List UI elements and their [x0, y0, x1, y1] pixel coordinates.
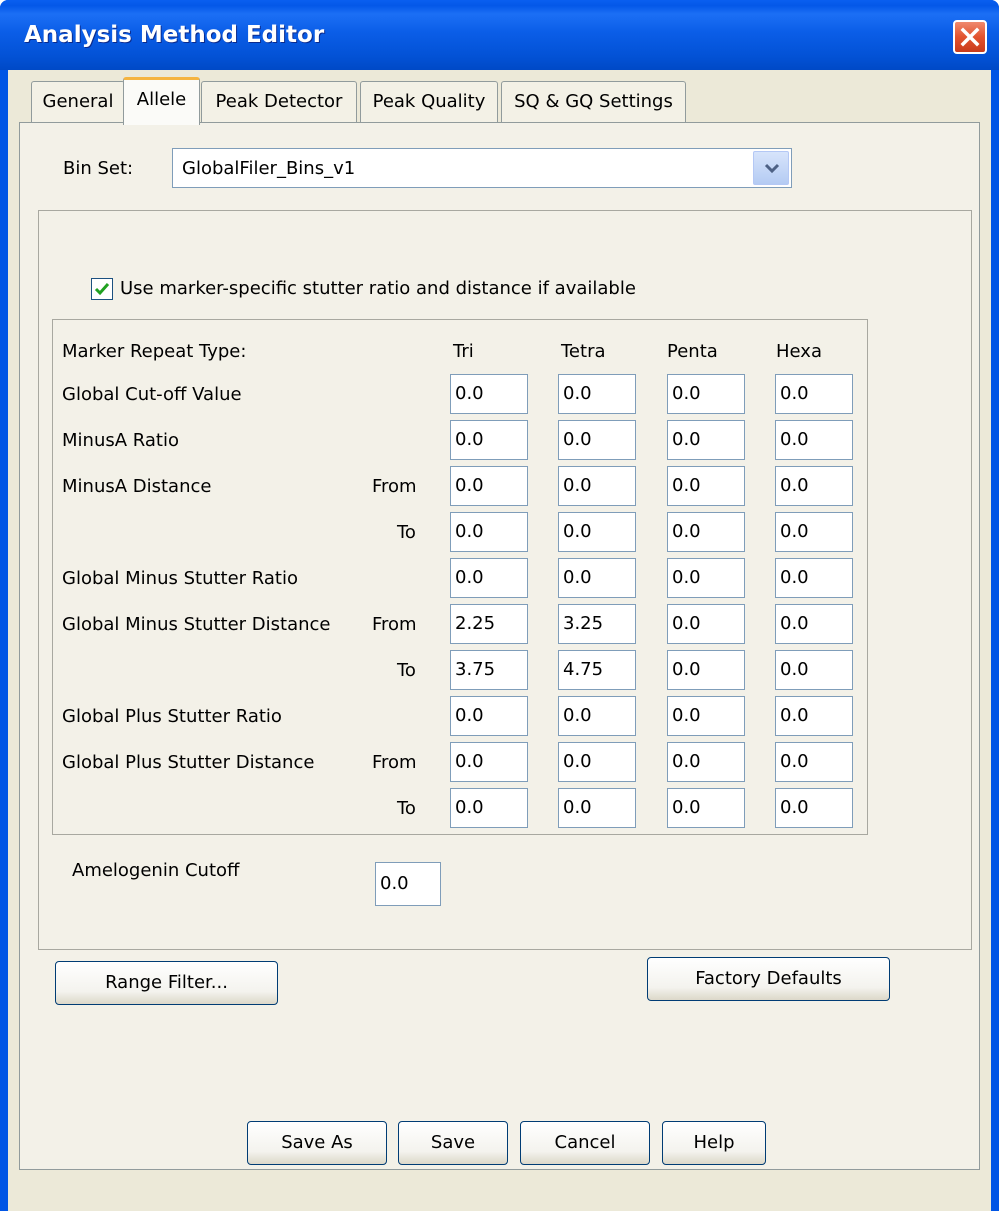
row-label-global-cutoff: Global Cut-off Value — [62, 384, 242, 405]
minusa-distance-from-penta-input[interactable]: 0.0 — [667, 466, 745, 506]
factory-defaults-button[interactable]: Factory Defaults — [647, 957, 890, 1001]
save-button[interactable]: Save — [398, 1121, 508, 1165]
tab-general[interactable]: General — [31, 81, 125, 123]
minusa-ratio-penta-input[interactable]: 0.0 — [667, 420, 745, 460]
row-label-global-plus-stutter-ratio: Global Plus Stutter Ratio — [62, 706, 282, 727]
to-label: To — [397, 522, 416, 543]
tab-label: Peak Quality — [372, 91, 486, 112]
bin-set-value: GlobalFiler_Bins_v1 — [182, 158, 356, 179]
column-header-hexa: Hexa — [776, 341, 822, 362]
column-header-penta: Penta — [667, 341, 718, 362]
plus-stutter-distance-from-hexa-input[interactable]: 0.0 — [775, 742, 853, 782]
minusa-distance-from-tetra-input[interactable]: 0.0 — [558, 466, 636, 506]
dialog-window: Analysis Method Editor General Allele Pe… — [0, 0, 999, 1211]
cancel-button[interactable]: Cancel — [520, 1121, 650, 1165]
amelogenin-cutoff-input[interactable]: 0.0 — [375, 862, 441, 906]
minusa-ratio-tetra-input[interactable]: 0.0 — [558, 420, 636, 460]
global-cutoff-tri-input[interactable]: 0.0 — [450, 374, 528, 414]
save-as-button[interactable]: Save As — [247, 1121, 387, 1165]
bin-set-dropdown[interactable]: GlobalFiler_Bins_v1 — [172, 148, 792, 188]
minus-stutter-distance-from-penta-input[interactable]: 0.0 — [667, 604, 745, 644]
chevron-down-icon — [764, 163, 780, 174]
tab-label: Peak Detector — [215, 91, 343, 112]
global-cutoff-hexa-input[interactable]: 0.0 — [775, 374, 853, 414]
tab-sq-gq-settings[interactable]: SQ & GQ Settings — [501, 81, 686, 123]
column-header-tri: Tri — [453, 341, 474, 362]
plus-stutter-distance-from-tri-input[interactable]: 0.0 — [450, 742, 528, 782]
from-label: From — [372, 614, 417, 635]
from-label: From — [372, 476, 417, 497]
marker-specific-stutter-checkbox[interactable] — [91, 278, 113, 300]
minus-stutter-ratio-tri-input[interactable]: 0.0 — [450, 558, 528, 598]
close-icon — [960, 27, 980, 47]
tab-allele[interactable]: Allele — [123, 77, 200, 125]
to-label: To — [397, 660, 416, 681]
help-button[interactable]: Help — [662, 1121, 766, 1165]
marker-repeat-type-label: Marker Repeat Type: — [62, 341, 247, 362]
title-bar[interactable]: Analysis Method Editor — [0, 0, 999, 70]
plus-stutter-ratio-tri-input[interactable]: 0.0 — [450, 696, 528, 736]
plus-stutter-distance-to-tetra-input[interactable]: 0.0 — [558, 788, 636, 828]
minusa-distance-to-penta-input[interactable]: 0.0 — [667, 512, 745, 552]
tab-peak-detector[interactable]: Peak Detector — [201, 81, 357, 123]
minus-stutter-distance-from-hexa-input[interactable]: 0.0 — [775, 604, 853, 644]
to-label: To — [397, 798, 416, 819]
row-label-minusa-distance: MinusA Distance — [62, 476, 212, 497]
minus-stutter-distance-to-tri-input[interactable]: 3.75 — [450, 650, 528, 690]
minus-stutter-distance-to-penta-input[interactable]: 0.0 — [667, 650, 745, 690]
row-label-global-minus-stutter-distance: Global Minus Stutter Distance — [62, 614, 331, 635]
amelogenin-cutoff-label: Amelogenin Cutoff — [72, 860, 240, 881]
minus-stutter-ratio-hexa-input[interactable]: 0.0 — [775, 558, 853, 598]
tab-label: SQ & GQ Settings — [514, 91, 673, 112]
global-cutoff-penta-input[interactable]: 0.0 — [667, 374, 745, 414]
minusa-distance-from-hexa-input[interactable]: 0.0 — [775, 466, 853, 506]
minusa-distance-to-tri-input[interactable]: 0.0 — [450, 512, 528, 552]
plus-stutter-ratio-hexa-input[interactable]: 0.0 — [775, 696, 853, 736]
minusa-distance-from-tri-input[interactable]: 0.0 — [450, 466, 528, 506]
plus-stutter-ratio-tetra-input[interactable]: 0.0 — [558, 696, 636, 736]
plus-stutter-distance-from-penta-input[interactable]: 0.0 — [667, 742, 745, 782]
range-filter-button[interactable]: Range Filter... — [55, 961, 278, 1005]
minus-stutter-ratio-tetra-input[interactable]: 0.0 — [558, 558, 636, 598]
dropdown-button[interactable] — [753, 151, 789, 185]
checkmark-icon — [94, 283, 110, 296]
row-label-global-minus-stutter-ratio: Global Minus Stutter Ratio — [62, 568, 299, 589]
minus-stutter-distance-from-tetra-input[interactable]: 3.25 — [558, 604, 636, 644]
row-label-global-plus-stutter-distance: Global Plus Stutter Distance — [62, 752, 315, 773]
plus-stutter-distance-to-hexa-input[interactable]: 0.0 — [775, 788, 853, 828]
plus-stutter-ratio-penta-input[interactable]: 0.0 — [667, 696, 745, 736]
marker-specific-stutter-label: Use marker-specific stutter ratio and di… — [120, 278, 636, 299]
plus-stutter-distance-to-penta-input[interactable]: 0.0 — [667, 788, 745, 828]
minus-stutter-distance-to-hexa-input[interactable]: 0.0 — [775, 650, 853, 690]
from-label: From — [372, 752, 417, 773]
minus-stutter-ratio-penta-input[interactable]: 0.0 — [667, 558, 745, 598]
minusa-ratio-hexa-input[interactable]: 0.0 — [775, 420, 853, 460]
minusa-ratio-tri-input[interactable]: 0.0 — [450, 420, 528, 460]
window-title: Analysis Method Editor — [24, 22, 325, 48]
minusa-distance-to-tetra-input[interactable]: 0.0 — [558, 512, 636, 552]
tab-peak-quality[interactable]: Peak Quality — [360, 81, 498, 123]
minus-stutter-distance-from-tri-input[interactable]: 2.25 — [450, 604, 528, 644]
column-header-tetra: Tetra — [561, 341, 606, 362]
minusa-distance-to-hexa-input[interactable]: 0.0 — [775, 512, 853, 552]
plus-stutter-distance-to-tri-input[interactable]: 0.0 — [450, 788, 528, 828]
tab-label: Allele — [136, 89, 187, 110]
close-button[interactable] — [953, 20, 987, 54]
tab-label: General — [42, 91, 114, 112]
global-cutoff-tetra-input[interactable]: 0.0 — [558, 374, 636, 414]
row-label-minusa-ratio: MinusA Ratio — [62, 430, 179, 451]
plus-stutter-distance-from-tetra-input[interactable]: 0.0 — [558, 742, 636, 782]
bin-set-label: Bin Set: — [63, 158, 134, 179]
minus-stutter-distance-to-tetra-input[interactable]: 4.75 — [558, 650, 636, 690]
